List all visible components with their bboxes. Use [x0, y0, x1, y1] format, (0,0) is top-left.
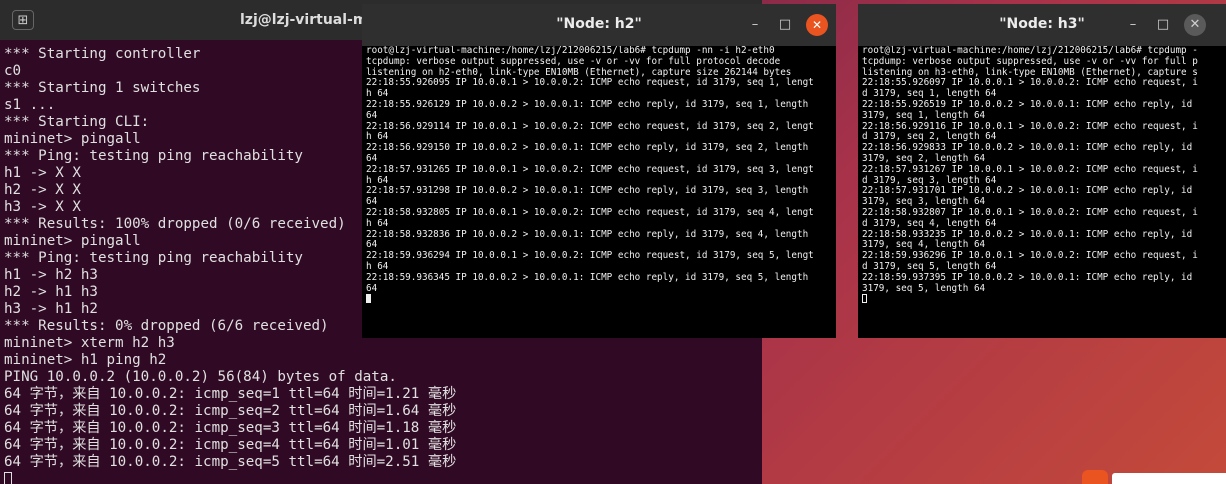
terminal-line: tcpdump: verbose output suppressed, use … [366, 55, 781, 67]
terminal-line: 64 字节，来自 10.0.0.2: icmp_seq=2 ttl=64 时间=… [4, 403, 457, 419]
terminal-line: 22:18:58.932836 IP 10.0.0.2 > 10.0.0.1: … [366, 228, 809, 240]
close-icon[interactable]: ✕ [806, 14, 828, 36]
cursor-line [4, 471, 758, 484]
terminal-line: 22:18:57.931298 IP 10.0.0.2 > 10.0.0.1: … [366, 185, 809, 197]
terminal-line: 64 字节，来自 10.0.0.2: icmp_seq=3 ttl=64 时间=… [4, 420, 457, 436]
terminal-line: 22:18:59.937395 IP 10.0.0.2 > 10.0.0.1: … [862, 271, 1193, 283]
xterm-h2-output[interactable]: root@lzj-virtual-machine:/home/lzj/21200… [364, 46, 834, 338]
cursor-line [862, 294, 1224, 305]
terminal-line: 22:18:56.929114 IP 10.0.0.1 > 10.0.0.2: … [366, 120, 814, 132]
terminal-line: PING 10.0.0.2 (10.0.0.2) 56(84) bytes of… [4, 369, 397, 385]
terminal-line: 64 [366, 109, 378, 121]
terminal-line: 64 字节，来自 10.0.0.2: icmp_seq=1 ttl=64 时间=… [4, 386, 457, 402]
xterm-h3-output[interactable]: root@lzj-virtual-machine:/home/lzj/21200… [860, 46, 1224, 338]
terminal-line: 22:18:56.929150 IP 10.0.0.2 > 10.0.0.1: … [366, 142, 809, 154]
minimize-icon[interactable]: – [744, 14, 766, 36]
maximize-icon[interactable]: □ [774, 14, 796, 36]
terminal-line: 22:18:59.936294 IP 10.0.0.1 > 10.0.0.2: … [366, 250, 814, 262]
terminal-line: tcpdump: verbose output suppressed, use … [862, 55, 1198, 67]
terminal-line: mininet> h1 ping h2 [4, 352, 167, 368]
cursor-line [366, 294, 834, 305]
main-terminal-title: lzj@lzj-virtual-ma [240, 12, 377, 28]
close-icon[interactable]: ✕ [1184, 14, 1206, 36]
terminal-line: 64 字节，来自 10.0.0.2: icmp_seq=5 ttl=64 时间=… [4, 454, 457, 470]
terminal-line: 22:18:55.926095 IP 10.0.0.1 > 10.0.0.2: … [366, 77, 814, 89]
app-indicator-strip [1112, 473, 1226, 484]
terminal-line: 22:18:55.926129 IP 10.0.0.2 > 10.0.0.1: … [366, 98, 809, 110]
maximize-icon[interactable]: □ [1152, 14, 1174, 36]
xterm-h3-window[interactable]: "Node: h3" – □ ✕ root@lzj-virtual-machin… [858, 4, 1226, 338]
minimize-icon[interactable]: – [1122, 14, 1144, 36]
terminal-line: 3179, seq 1, length 64 [862, 109, 986, 121]
terminal-line: 64 字节，来自 10.0.0.2: icmp_seq=4 ttl=64 时间=… [4, 437, 457, 453]
terminal-line: 3179, seq 5, length 64 [862, 282, 986, 294]
terminal-line: 22:18:59.936345 IP 10.0.0.2 > 10.0.0.1: … [366, 271, 809, 283]
terminal-line: 22:18:57.931265 IP 10.0.0.1 > 10.0.0.2: … [366, 163, 814, 175]
text-cursor [366, 294, 371, 304]
terminal-line: d 3179, seq 4, length 64 [862, 217, 997, 229]
text-cursor [4, 471, 12, 484]
terminal-line: 64 [366, 282, 378, 294]
xterm-h3-titlebar[interactable]: "Node: h3" – □ ✕ [858, 4, 1226, 46]
terminal-line: h 64 [366, 217, 389, 229]
terminal-line: 22:18:58.932805 IP 10.0.0.1 > 10.0.0.2: … [366, 206, 814, 218]
text-cursor [862, 294, 867, 304]
new-tab-icon[interactable]: ⊞ [12, 10, 34, 30]
terminal-line: 22:18:57.931267 IP 10.0.0.1 > 10.0.0.2: … [862, 163, 1198, 175]
xterm-h2-window[interactable]: "Node: h2" – □ ✕ root@lzj-virtual-machin… [362, 4, 836, 338]
app-indicator-icon[interactable] [1080, 470, 1226, 484]
xterm-h2-titlebar[interactable]: "Node: h2" – □ ✕ [362, 4, 836, 46]
app-logo-icon [1082, 470, 1108, 484]
